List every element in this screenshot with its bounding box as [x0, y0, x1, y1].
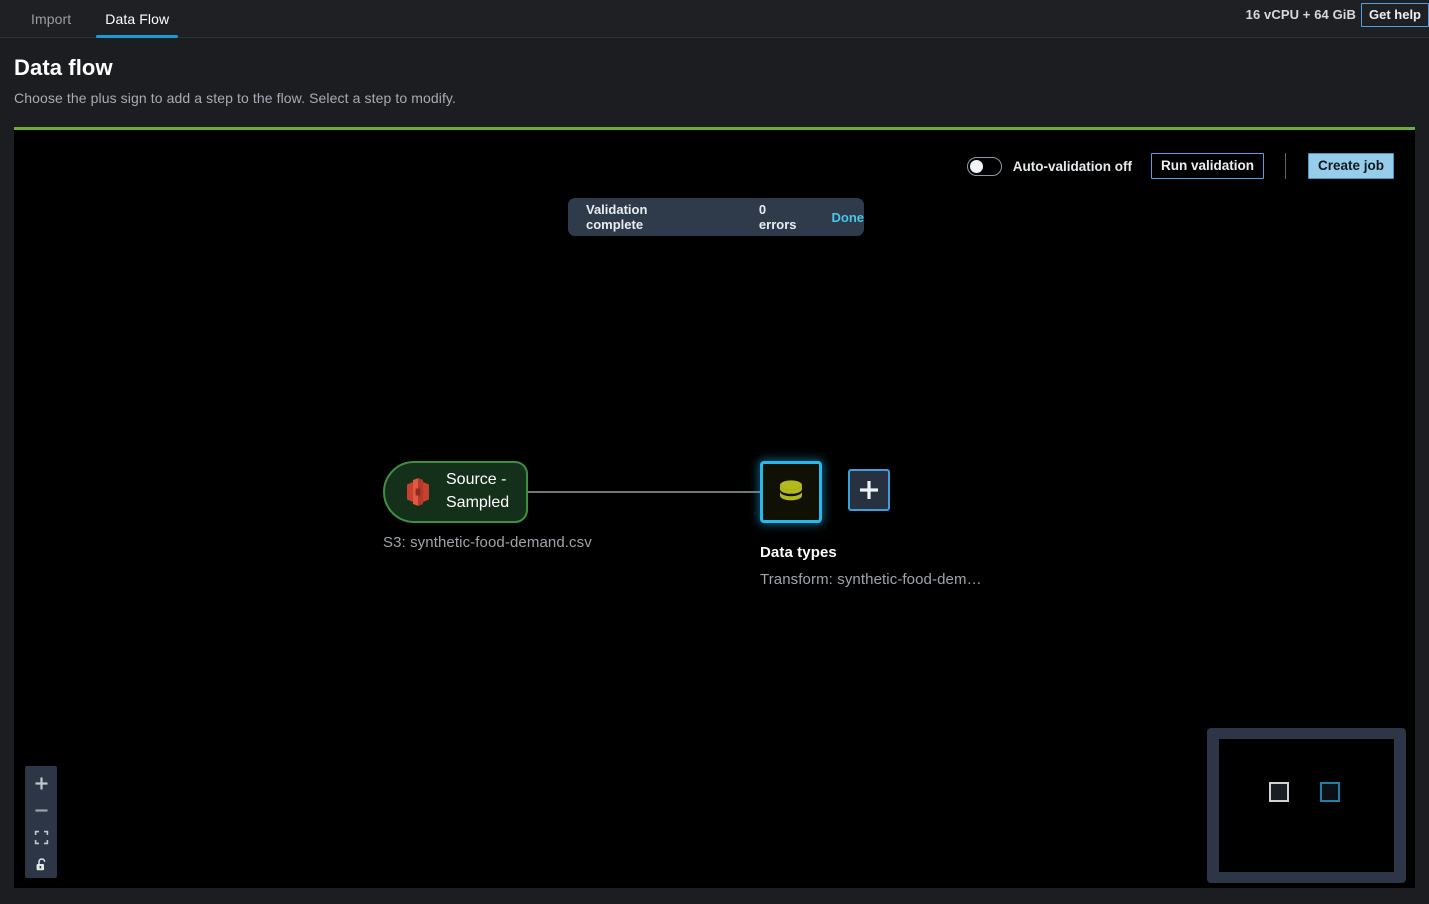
- get-help-button[interactable]: Get help: [1360, 3, 1429, 27]
- minimap-viewport[interactable]: [1219, 739, 1394, 872]
- fit-to-screen-icon[interactable]: [25, 824, 57, 851]
- add-step-button[interactable]: [848, 469, 890, 511]
- database-icon: [775, 476, 807, 508]
- zoom-controls: [25, 766, 57, 878]
- tab-import[interactable]: Import: [14, 0, 88, 38]
- s3-bucket-icon: [401, 475, 435, 509]
- flow-edge-connector: [528, 482, 778, 502]
- tab-bar: Import Data Flow: [14, 0, 186, 38]
- flow-canvas[interactable]: Auto-validation off Run validation Creat…: [14, 127, 1415, 888]
- top-bar: Import Data Flow 16 vCPU + 64 GiB Get he…: [0, 0, 1429, 38]
- flow-node-data-types[interactable]: [760, 461, 822, 523]
- flow-node-source-label: Source - Sampled: [446, 471, 510, 511]
- tab-data-flow-label: Data Flow: [105, 11, 170, 27]
- tab-data-flow[interactable]: Data Flow: [88, 0, 186, 38]
- minimap[interactable]: [1207, 728, 1406, 883]
- page-subtitle: Choose the plus sign to add a step to th…: [14, 90, 456, 106]
- tab-import-label: Import: [31, 11, 72, 27]
- page-title: Data flow: [14, 55, 113, 80]
- flow-node-data-types-title: Data types: [760, 544, 837, 561]
- flow-node-source[interactable]: Source - Sampled: [383, 461, 528, 523]
- capacity-indicator: 16 vCPU + 64 GiB: [1245, 7, 1356, 22]
- flow-graph: Source - Sampled S3: synthetic-food-dema…: [14, 130, 1415, 888]
- flow-node-data-types-caption: Transform: synthetic-food-dem…: [760, 571, 982, 588]
- minimap-node-data-types: [1320, 782, 1340, 802]
- zoom-out-icon[interactable]: [25, 797, 57, 824]
- flow-node-source-caption: S3: synthetic-food-demand.csv: [383, 534, 592, 551]
- minimap-node-source: [1269, 782, 1289, 802]
- zoom-in-icon[interactable]: [25, 770, 57, 797]
- unlock-icon[interactable]: [25, 851, 57, 878]
